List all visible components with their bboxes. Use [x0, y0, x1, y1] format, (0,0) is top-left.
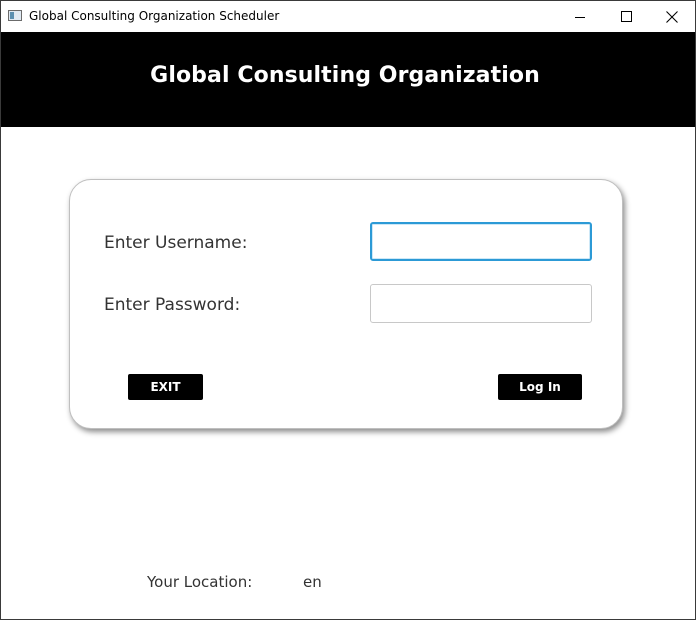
location-value: en	[303, 573, 322, 591]
title-bar[interactable]: Global Consulting Organization Scheduler	[1, 1, 695, 32]
maximize-icon	[620, 11, 632, 22]
location-label: Your Location:	[147, 573, 253, 591]
exit-button[interactable]: EXIT	[128, 374, 203, 400]
app-window: Global Consulting Organization Scheduler…	[0, 0, 696, 620]
maximize-button[interactable]	[603, 1, 649, 32]
login-card: Enter Username: Enter Password: EXIT Log…	[69, 179, 623, 429]
password-label: Enter Password:	[104, 295, 241, 315]
username-input[interactable]	[370, 222, 592, 261]
close-button[interactable]	[649, 1, 695, 32]
minimize-button[interactable]	[557, 1, 603, 32]
header-banner: Global Consulting Organization	[1, 32, 695, 127]
minimize-icon	[575, 16, 585, 18]
login-button[interactable]: Log In	[498, 374, 582, 400]
app-window-icon	[8, 10, 22, 21]
username-label: Enter Username:	[104, 233, 248, 253]
window-title: Global Consulting Organization Scheduler	[29, 9, 280, 23]
close-icon	[666, 10, 678, 23]
password-input[interactable]	[370, 284, 592, 323]
page-title: Global Consulting Organization	[150, 63, 540, 88]
